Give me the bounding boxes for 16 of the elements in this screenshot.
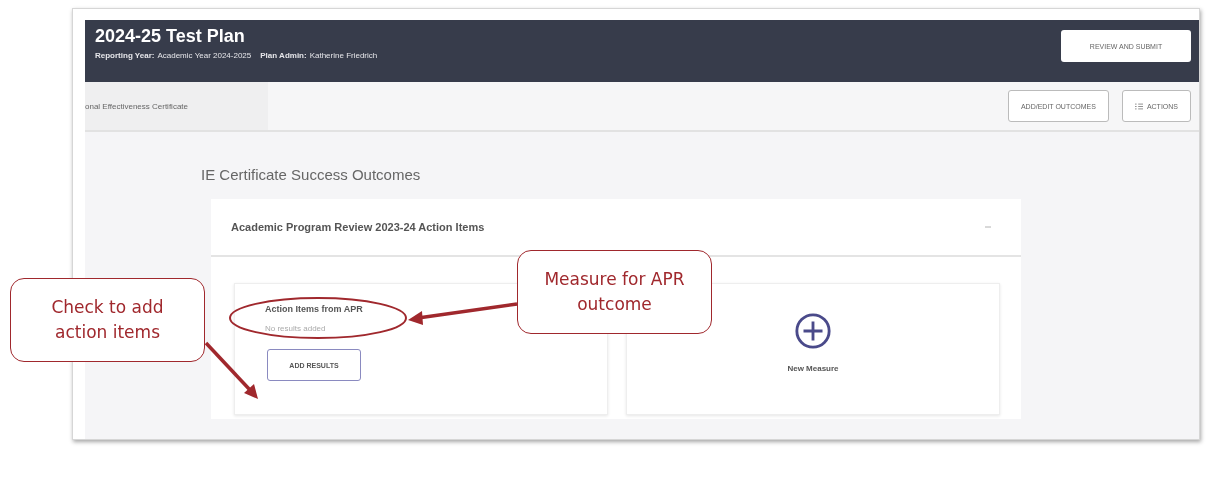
outcome-title: Academic Program Review 2023-24 Action Items: [231, 221, 485, 233]
plan-tab[interactable]: onal Effectiveness Certificate: [85, 82, 268, 130]
list-icon: [1134, 102, 1143, 110]
meta-value: Academic Year 2024-2025: [157, 51, 252, 60]
new-measure-label: New Measure: [787, 364, 839, 373]
meta-label: Plan Admin:: [260, 51, 307, 60]
measure-title: Action Items from APR: [265, 304, 364, 314]
callout-note: Check to add action items: [10, 278, 205, 362]
plan-title: 2024-25 Test Plan: [95, 26, 246, 47]
measure-status: No results added: [265, 324, 327, 333]
section-title: IE Certificate Success Outcomes: [201, 166, 422, 183]
add-icon: [794, 312, 832, 350]
meta-value: Katherine Friedrich: [309, 51, 378, 60]
meta-label: Reporting Year:: [95, 51, 155, 60]
leader-arrow: [204, 341, 258, 399]
callout-note: Measure for APR outcome: [517, 250, 712, 334]
